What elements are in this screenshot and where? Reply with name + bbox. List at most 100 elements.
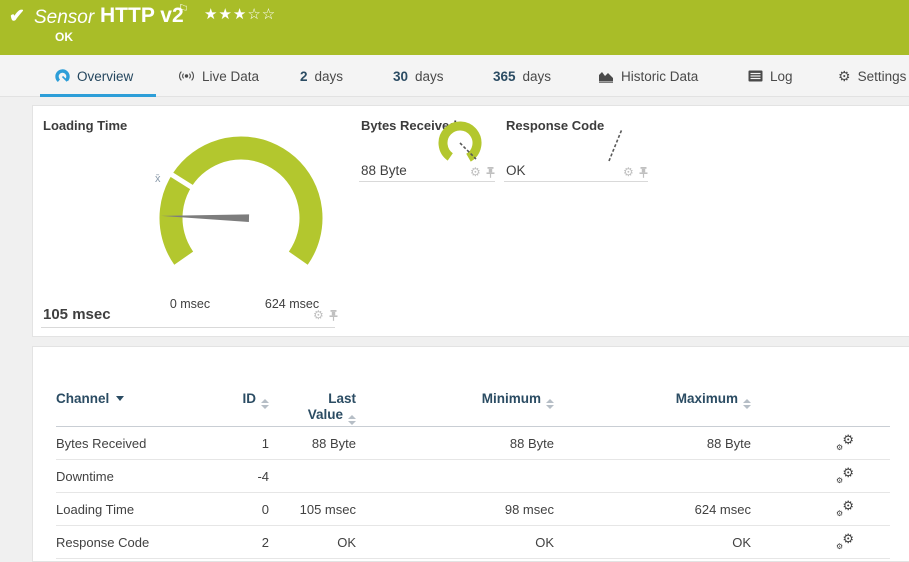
column-header-channel-label: Channel <box>56 391 109 406</box>
column-header-maximum[interactable]: Maximum <box>651 391 751 409</box>
tab-30-days-unit: days <box>415 69 444 84</box>
sort-icon <box>546 399 554 409</box>
tab-30-days[interactable]: 30 days <box>393 55 444 97</box>
column-header-maximum-label: Maximum <box>676 391 738 406</box>
divider <box>504 181 648 182</box>
cell-id: 1 <box>231 436 269 451</box>
pin-icon[interactable] <box>486 167 495 178</box>
table-row-bytes-received: Bytes Received 1 88 Byte 88 Byte 88 Byte… <box>56 427 890 460</box>
status-ok-check-icon: ✔ <box>9 5 25 28</box>
table-row-response-code: Response Code 2 OK OK OK ⚙ ⚙ <box>56 526 890 559</box>
area-chart-icon <box>598 70 614 83</box>
active-tab-underline <box>40 94 156 97</box>
table-row-loading-time: Loading Time 0 105 msec 98 msec 624 msec… <box>56 493 890 526</box>
tab-settings[interactable]: ⚙ Settings <box>838 55 906 97</box>
bytes-received-actions: ⚙ <box>470 166 495 178</box>
gear-icon[interactable]: ⚙ <box>623 166 634 178</box>
cell-id: 0 <box>231 502 269 517</box>
loading-time-gauge: x̄ <box>137 114 345 300</box>
tab-2-days[interactable]: 2 days <box>300 55 343 97</box>
cell-last-value: OK <box>269 535 356 550</box>
tab-overview[interactable]: Overview <box>55 55 133 97</box>
priority-flag-icon[interactable]: ⚐ <box>178 2 189 16</box>
tab-settings-label: Settings <box>858 69 907 84</box>
channel-rows: Bytes Received 1 88 Byte 88 Byte 88 Byte… <box>56 427 890 559</box>
table-row-downtime: Downtime -4 ⚙ ⚙ <box>56 460 890 493</box>
cell-maximum: 88 Byte <box>554 436 751 451</box>
channel-settings-icon[interactable]: ⚙ ⚙ <box>836 435 854 451</box>
gear-icon-small: ⚙ <box>836 444 843 452</box>
channel-settings-icon[interactable]: ⚙ ⚙ <box>836 534 854 550</box>
channels-table-panel: Channel ID Last Value Minimum Maximum By… <box>32 346 909 562</box>
cell-channel[interactable]: Loading Time <box>56 502 231 517</box>
stars-empty[interactable]: ☆☆ <box>247 6 276 23</box>
tab-30-days-number: 30 <box>393 69 408 84</box>
cell-maximum: 624 msec <box>554 502 751 517</box>
gear-icon-small: ⚙ <box>836 510 843 518</box>
tab-bar: Overview Live Data 2 days 30 days 365 da… <box>0 55 909 97</box>
response-code-value: OK <box>506 163 526 178</box>
gauge-needle <box>609 129 622 161</box>
loading-time-actions: ⚙ <box>313 309 338 321</box>
cell-last-value: 88 Byte <box>269 436 356 451</box>
cell-minimum: OK <box>356 535 554 550</box>
tab-live-data[interactable]: Live Data <box>178 55 259 97</box>
cell-channel[interactable]: Response Code <box>56 535 231 550</box>
settings-gear-icon: ⚙ <box>838 69 851 83</box>
divider <box>359 181 495 182</box>
column-header-last-value[interactable]: Last Value <box>256 391 356 425</box>
cell-channel[interactable]: Downtime <box>56 469 231 484</box>
cell-maximum: OK <box>554 535 751 550</box>
tab-2-days-number: 2 <box>300 69 308 84</box>
gauges-panel: Loading Time x̄ 0 msec 624 msec 105 msec… <box>32 105 909 337</box>
tab-historic-data[interactable]: Historic Data <box>598 55 698 97</box>
log-list-icon <box>748 70 763 82</box>
gear-icon: ⚙ <box>842 466 854 479</box>
priority-stars[interactable]: ★★★☆☆ <box>204 5 276 23</box>
column-header-minimum[interactable]: Minimum <box>454 391 554 409</box>
loading-time-value: 105 msec <box>43 306 111 323</box>
sort-caret-down-icon <box>116 396 124 401</box>
column-header-id[interactable]: ID <box>169 391 269 409</box>
cell-id: -4 <box>231 469 269 484</box>
tab-historic-data-label: Historic Data <box>621 69 698 84</box>
broadcast-icon <box>178 69 195 83</box>
sensor-status-text: OK <box>55 30 73 44</box>
cell-minimum: 98 msec <box>356 502 554 517</box>
pin-icon[interactable] <box>329 310 338 321</box>
column-header-channel[interactable]: Channel <box>56 391 124 406</box>
gear-icon-small: ⚙ <box>836 477 843 485</box>
bytes-received-value: 88 Byte <box>361 163 407 178</box>
response-code-gauge <box>599 122 639 168</box>
tab-log[interactable]: Log <box>748 55 793 97</box>
sort-icon <box>743 399 751 409</box>
bytes-received-gauge <box>437 120 483 166</box>
column-header-minimum-label: Minimum <box>482 391 541 406</box>
channel-settings-icon[interactable]: ⚙ ⚙ <box>836 501 854 517</box>
loading-time-title: Loading Time <box>43 118 127 133</box>
loading-time-scale-min: 0 msec <box>150 297 230 311</box>
divider <box>41 327 335 328</box>
column-header-id-label: ID <box>243 391 257 406</box>
gear-icon[interactable]: ⚙ <box>470 166 481 178</box>
gear-icon: ⚙ <box>842 499 854 512</box>
tab-log-label: Log <box>770 69 793 84</box>
sensor-type-label: Sensor <box>34 7 94 29</box>
gauge-icon <box>55 69 70 84</box>
cell-minimum: 88 Byte <box>356 436 554 451</box>
response-code-title: Response Code <box>506 118 604 133</box>
tab-2-days-unit: days <box>315 69 344 84</box>
channel-settings-icon[interactable]: ⚙ ⚙ <box>836 468 854 484</box>
gear-icon: ⚙ <box>842 433 854 446</box>
cell-channel[interactable]: Bytes Received <box>56 436 231 451</box>
tab-overview-label: Overview <box>77 69 133 84</box>
gear-icon[interactable]: ⚙ <box>313 309 324 321</box>
gear-icon: ⚙ <box>842 532 854 545</box>
sensor-status-bar: ✔ Sensor HTTP v2 ⚐ ★★★☆☆ OK <box>0 0 909 55</box>
stars-filled[interactable]: ★★★ <box>204 6 247 23</box>
pin-icon[interactable] <box>639 167 648 178</box>
tab-365-days[interactable]: 365 days <box>493 55 551 97</box>
cell-last-value: 105 msec <box>269 502 356 517</box>
tab-live-data-label: Live Data <box>202 69 259 84</box>
response-code-actions: ⚙ <box>623 166 648 178</box>
